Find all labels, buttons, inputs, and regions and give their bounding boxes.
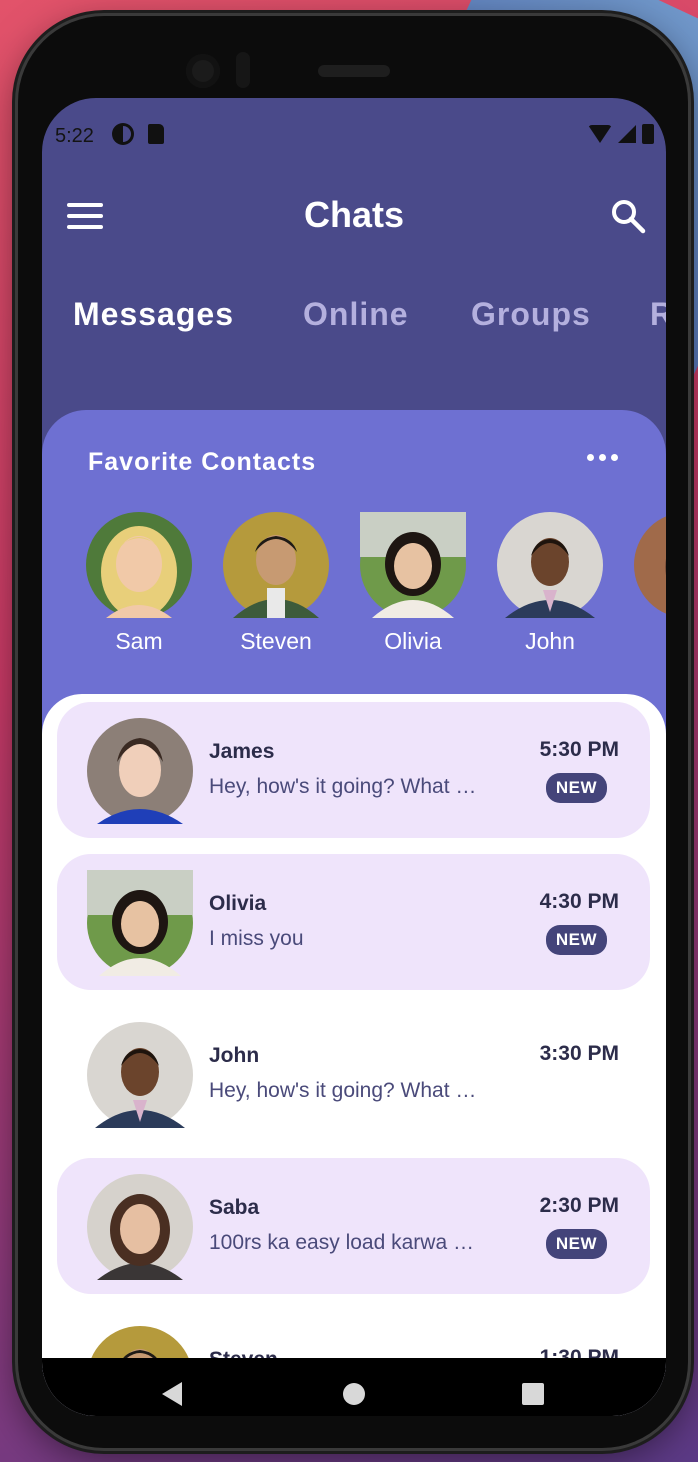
avatar — [223, 512, 329, 618]
tab-requests[interactable]: R — [650, 296, 666, 333]
chat-last-message: 100rs ka easy load karwa … — [209, 1231, 474, 1254]
chat-item-saba[interactable]: Saba 100rs ka easy load karwa … 2:30 PM … — [57, 1158, 650, 1294]
chat-contact-name: Saba — [209, 1196, 260, 1219]
category-tabs: Messages Online Groups R — [42, 296, 666, 346]
sd-card-icon — [148, 124, 164, 144]
chat-contact-name: James — [209, 740, 275, 763]
favorite-contacts-title: Favorite Contacts — [88, 448, 317, 476]
new-message-badge: NEW — [545, 1229, 607, 1259]
proximity-sensor — [236, 52, 250, 88]
chat-item-john[interactable]: John Hey, how's it going? What … 3:30 PM — [57, 1006, 650, 1142]
avatar — [360, 512, 466, 618]
avatar — [87, 1174, 193, 1280]
battery-icon — [642, 124, 654, 144]
chat-list: James Hey, how's it going? What … 5:30 P… — [42, 694, 666, 1416]
new-message-badge: NEW — [545, 773, 607, 803]
earpiece-speaker — [318, 65, 390, 77]
chat-timestamp: 3:30 PM — [539, 1042, 619, 1065]
new-message-badge: NEW — [545, 925, 607, 955]
more-options-icon[interactable] — [587, 454, 618, 461]
chat-timestamp: 4:30 PM — [539, 890, 619, 913]
system-navigation-bar — [42, 1358, 666, 1416]
chat-timestamp: 5:30 PM — [539, 738, 619, 761]
tab-messages[interactable]: Messages — [73, 296, 234, 333]
favorite-contact-olivia[interactable]: Olivia — [358, 512, 468, 655]
contact-name: Steven — [240, 628, 312, 654]
back-icon[interactable] — [162, 1382, 182, 1406]
chat-timestamp: 2:30 PM — [539, 1194, 619, 1217]
chat-contact-name: John — [209, 1044, 260, 1067]
home-icon[interactable] — [343, 1383, 365, 1405]
app-screen: 5:22 Chats Messages Online Groups R Favo… — [42, 98, 666, 1416]
wifi-icon — [588, 125, 612, 143]
chat-item-james[interactable]: James Hey, how's it going? What … 5:30 P… — [57, 702, 650, 838]
chat-contact-name: Olivia — [209, 892, 267, 915]
status-bar: 5:22 — [42, 98, 666, 168]
favorite-contact-john[interactable]: John — [495, 512, 605, 655]
contact-name: John — [525, 628, 575, 654]
contact-name: C — [632, 628, 666, 655]
avatar — [87, 870, 193, 976]
search-icon[interactable] — [610, 198, 646, 234]
status-icons — [588, 124, 654, 144]
contact-name: Sam — [115, 628, 163, 654]
page-title: Chats — [303, 194, 405, 235]
avatar — [497, 512, 603, 618]
tab-online[interactable]: Online — [303, 296, 409, 333]
front-camera — [186, 54, 220, 88]
chat-last-message: Hey, how's it going? What … — [209, 1079, 477, 1102]
tab-groups[interactable]: Groups — [471, 296, 591, 333]
avatar — [87, 1022, 193, 1128]
phone-frame: 5:22 Chats Messages Online Groups R Favo… — [18, 16, 688, 1448]
status-time: 5:22 — [55, 125, 94, 147]
chat-item-olivia[interactable]: Olivia I miss you 4:30 PM NEW — [57, 854, 650, 990]
data-saver-icon — [112, 123, 134, 145]
favorite-contact-sam[interactable]: Sam — [84, 512, 194, 655]
signal-icon — [618, 125, 636, 143]
favorite-contact-steven[interactable]: Steven — [221, 512, 331, 655]
chat-last-message: Hey, how's it going? What … — [209, 775, 477, 798]
avatar — [634, 512, 666, 618]
favorite-contact-partial[interactable]: C — [632, 512, 666, 655]
avatar — [87, 718, 193, 824]
recent-apps-icon[interactable] — [522, 1383, 544, 1405]
chat-last-message: I miss you — [209, 927, 304, 950]
avatar — [86, 512, 192, 618]
app-bar: Chats — [42, 190, 666, 250]
contact-name: Olivia — [384, 628, 442, 654]
